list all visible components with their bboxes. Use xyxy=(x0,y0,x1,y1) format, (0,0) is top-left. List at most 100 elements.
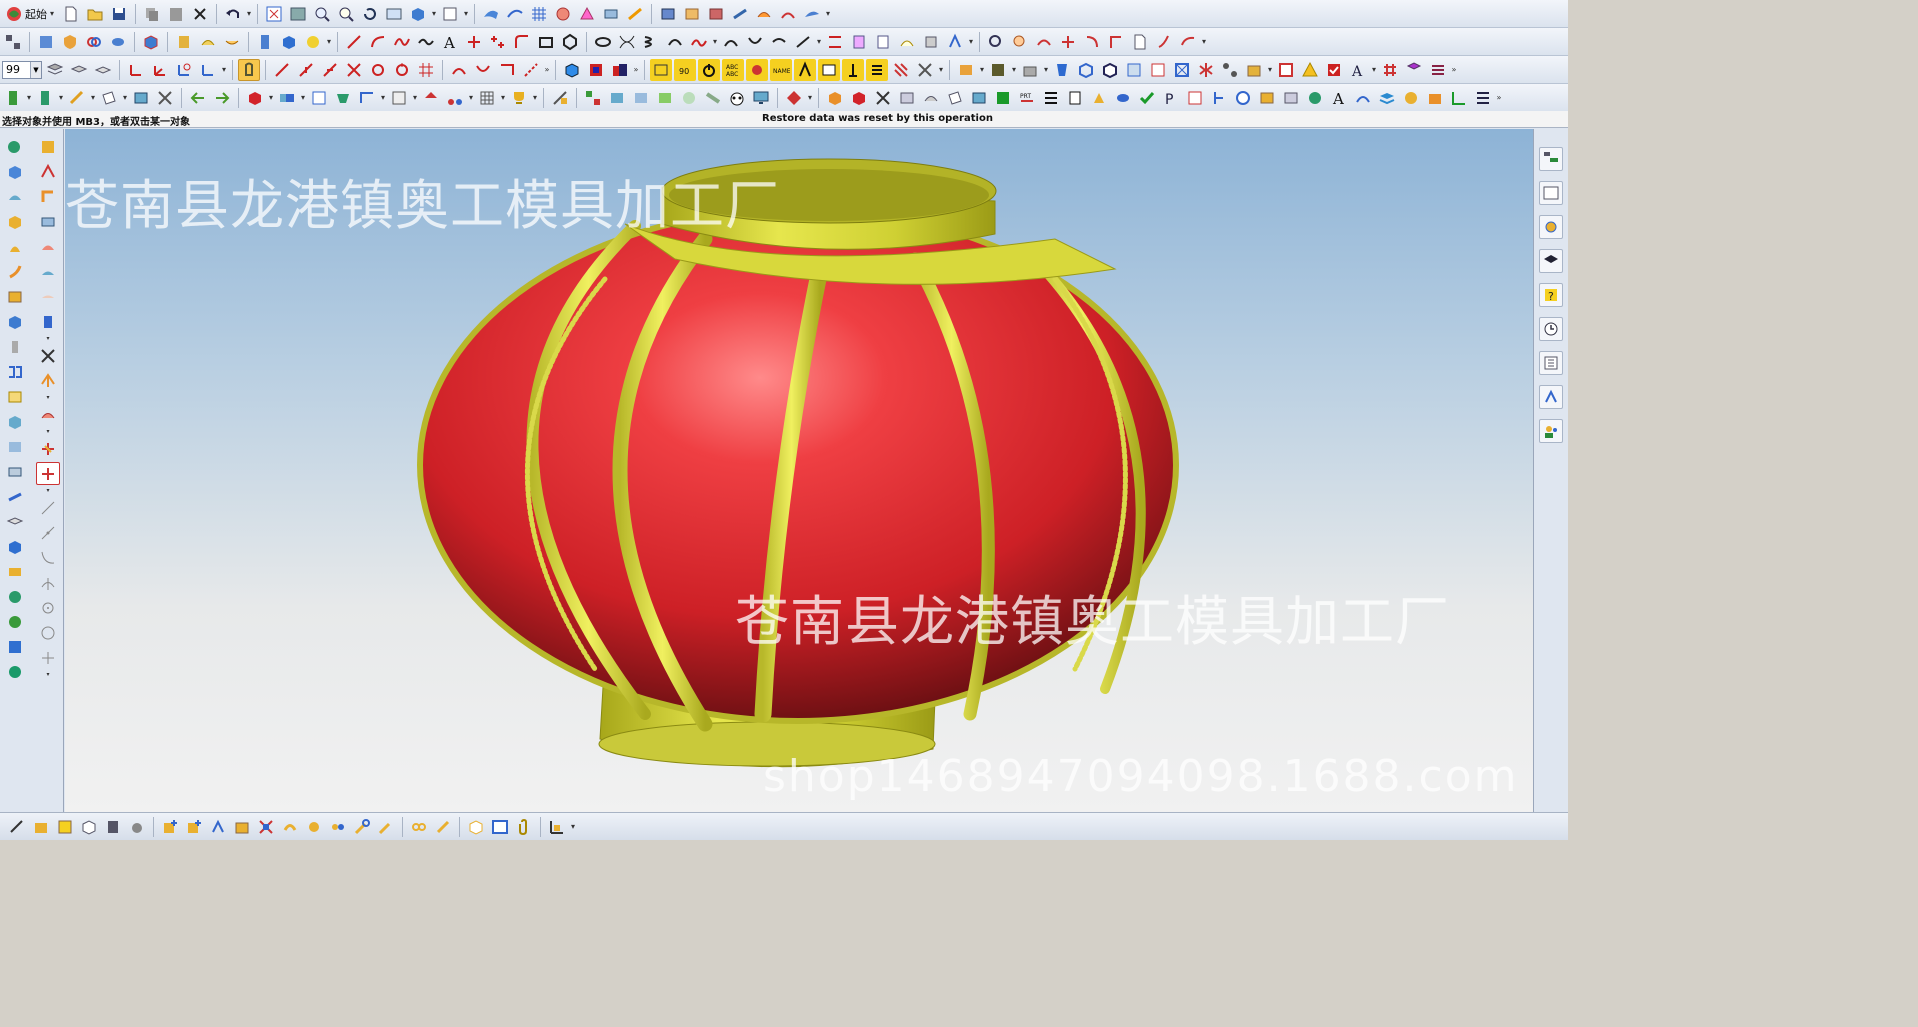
view-frame-bottom-icon[interactable] xyxy=(489,816,511,838)
snap-center-icon[interactable] xyxy=(367,59,389,81)
bracket-feature-icon[interactable] xyxy=(36,160,60,183)
chamfer-icon[interactable] xyxy=(420,87,442,109)
more-list-icon[interactable] xyxy=(1472,87,1494,109)
arc-icon[interactable] xyxy=(367,31,389,53)
curve-on-surface-icon[interactable] xyxy=(36,403,60,426)
trophy-icon[interactable] xyxy=(508,87,530,109)
chevron-down-icon[interactable]: ▾ xyxy=(1043,65,1049,74)
rib-feature-icon[interactable] xyxy=(36,260,60,283)
chevron-down-icon[interactable]: ▾ xyxy=(45,487,51,494)
draft-icon[interactable] xyxy=(356,87,378,109)
roles-tab-icon[interactable] xyxy=(1539,249,1563,273)
chevron-down-icon[interactable]: ▾ xyxy=(938,65,944,74)
bolt-icon[interactable] xyxy=(1088,87,1110,109)
diamond-tool-icon[interactable] xyxy=(783,87,805,109)
chevron-down-icon[interactable]: ▾ xyxy=(825,9,831,18)
instance-icon[interactable] xyxy=(444,87,466,109)
wireframe-box-icon[interactable] xyxy=(1171,59,1193,81)
pad-feature-icon[interactable] xyxy=(3,285,27,308)
block-icon[interactable] xyxy=(140,31,162,53)
thread-feature-icon[interactable] xyxy=(3,360,27,383)
forward-arrow-icon[interactable] xyxy=(211,87,233,109)
sew-icon[interactable] xyxy=(705,3,727,25)
chevron-down-icon[interactable]: ▾ xyxy=(300,93,306,102)
globe-feature-icon[interactable] xyxy=(3,610,27,633)
box-bottom-icon[interactable] xyxy=(78,816,100,838)
point-tool-icon[interactable] xyxy=(36,646,60,669)
chevron-down-icon[interactable]: ▾ xyxy=(431,9,437,18)
book-icon[interactable] xyxy=(35,31,57,53)
curve-length-icon[interactable] xyxy=(872,31,894,53)
sketch-bottom-icon[interactable] xyxy=(6,816,28,838)
assembly-navigator-tab-icon[interactable] xyxy=(1539,147,1563,171)
add-point-bottom-icon[interactable] xyxy=(159,816,181,838)
offset-curve-icon[interactable] xyxy=(664,31,686,53)
snap-toggle-icon[interactable] xyxy=(36,462,60,485)
layer-settings-icon[interactable] xyxy=(44,59,66,81)
shaded-view-icon[interactable] xyxy=(407,3,429,25)
add-curve-bottom-icon[interactable] xyxy=(183,816,205,838)
wcs-origin-icon[interactable] xyxy=(125,59,147,81)
cam-icon[interactable] xyxy=(1400,87,1422,109)
shield-icon[interactable] xyxy=(59,31,81,53)
draft-analysis-icon[interactable] xyxy=(1153,31,1175,53)
ruled-icon[interactable] xyxy=(801,3,823,25)
combined-curve-icon[interactable] xyxy=(744,31,766,53)
panda-icon[interactable] xyxy=(726,87,748,109)
chevron-down-icon[interactable]: ▾ xyxy=(1371,65,1377,74)
chevron-down-icon[interactable]: » xyxy=(1451,65,1457,74)
chevron-down-icon[interactable]: ▾ xyxy=(412,93,418,102)
expression-icon[interactable] xyxy=(1040,87,1062,109)
notes-icon[interactable] xyxy=(866,58,888,81)
cylinder-icon[interactable] xyxy=(107,31,129,53)
monitor-icon[interactable] xyxy=(750,87,772,109)
surface-icon[interactable] xyxy=(480,3,502,25)
multi-color-icon[interactable] xyxy=(609,59,631,81)
edit-curve-icon[interactable] xyxy=(896,31,918,53)
pan-icon[interactable] xyxy=(383,3,405,25)
snap-quadrant-icon[interactable] xyxy=(391,59,413,81)
chevron-down-icon[interactable]: ▾ xyxy=(45,671,51,678)
chevron-down-icon[interactable]: ▾ xyxy=(463,9,469,18)
snap-arrow-icon[interactable] xyxy=(520,59,542,81)
shaded-body-icon[interactable] xyxy=(561,59,583,81)
revolve-feature-icon[interactable] xyxy=(3,185,27,208)
add-dimension-bottom-icon[interactable] xyxy=(207,816,229,838)
save-icon[interactable] xyxy=(108,3,130,25)
chevron-down-icon[interactable]: ▾ xyxy=(500,93,506,102)
chevron-down-icon[interactable]: ▾ xyxy=(26,93,32,102)
curve-mesh-icon[interactable] xyxy=(528,3,550,25)
lightweight-icon[interactable] xyxy=(1147,59,1169,81)
select-lock-icon[interactable] xyxy=(238,58,260,81)
law-extension-icon[interactable] xyxy=(753,3,775,25)
cube-feature-icon[interactable] xyxy=(3,535,27,558)
n-sided-surface-icon[interactable] xyxy=(576,3,598,25)
trim-curve-icon[interactable] xyxy=(824,31,846,53)
chevron-down-icon[interactable]: ▾ xyxy=(1201,37,1207,46)
measure-distance-icon[interactable] xyxy=(549,87,571,109)
chevron-down-icon[interactable]: ▾ xyxy=(326,37,332,46)
bend-feature-icon[interactable] xyxy=(36,210,60,233)
add-component-icon[interactable] xyxy=(34,87,56,109)
clipboard-bottom-icon[interactable] xyxy=(102,816,124,838)
package-icon[interactable] xyxy=(1243,59,1265,81)
resize-blend-icon[interactable] xyxy=(702,87,724,109)
datum-csys-icon[interactable] xyxy=(130,87,152,109)
hole-table-icon[interactable] xyxy=(1256,87,1278,109)
mesh-feature-icon[interactable] xyxy=(3,635,27,658)
arc-tool-icon[interactable] xyxy=(36,571,60,594)
link-icon[interactable] xyxy=(83,31,105,53)
assembly-navigator-icon[interactable] xyxy=(2,31,24,53)
point-feature-icon[interactable] xyxy=(36,437,60,460)
kit-icon[interactable] xyxy=(1424,87,1446,109)
snap-grid-icon[interactable] xyxy=(415,59,437,81)
document-icon[interactable] xyxy=(1129,31,1151,53)
globe-icon[interactable] xyxy=(1304,87,1326,109)
bridge-surface-icon[interactable] xyxy=(600,3,622,25)
move-to-layer-icon[interactable] xyxy=(68,59,90,81)
cross-section-icon[interactable] xyxy=(1057,31,1079,53)
snap-midpoint-icon[interactable] xyxy=(295,59,317,81)
trim-sheet-icon[interactable] xyxy=(681,3,703,25)
combine-bottom-icon[interactable] xyxy=(231,816,253,838)
mirror-icon[interactable] xyxy=(1195,59,1217,81)
